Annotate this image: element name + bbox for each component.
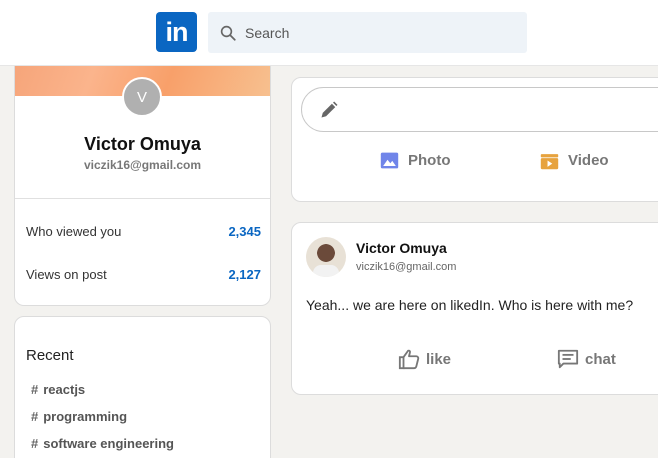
search-icon bbox=[220, 25, 236, 41]
chat-icon bbox=[557, 349, 579, 369]
post-text: Yeah... we are here on likedIn. Who is h… bbox=[306, 297, 634, 313]
stat-value: 2,127 bbox=[228, 267, 261, 282]
like-button[interactable]: like bbox=[398, 348, 451, 370]
post-author-email: viczik16@gmail.com bbox=[356, 261, 457, 273]
divider bbox=[15, 198, 270, 199]
thumbs-up-icon bbox=[398, 349, 420, 370]
recent-title: Recent bbox=[26, 347, 74, 364]
video-icon bbox=[540, 154, 559, 170]
stat-who-viewed[interactable]: Who viewed you 2,345 bbox=[26, 224, 261, 239]
pencil-icon bbox=[321, 101, 338, 117]
recent-item-label: software engineering bbox=[43, 436, 174, 451]
recent-card: Recent # reactjs # programming # software e… bbox=[14, 316, 271, 458]
like-label: like bbox=[426, 350, 452, 368]
stat-value: 2,345 bbox=[228, 224, 261, 239]
recent-item-programming[interactable]: # programming bbox=[31, 409, 127, 424]
profile-card: V Victor Omuya viczik16@gmail.com Who vi… bbox=[14, 66, 271, 306]
chat-label: chat bbox=[585, 350, 616, 368]
search-bar[interactable] bbox=[208, 12, 527, 53]
chat-button[interactable]: chat bbox=[557, 348, 616, 370]
linkedin-logo-icon[interactable]: in bbox=[156, 12, 197, 52]
post-author-name[interactable]: Victor Omuya bbox=[356, 240, 447, 256]
post-author-avatar[interactable] bbox=[306, 237, 346, 277]
search-input[interactable] bbox=[245, 24, 505, 41]
post-composer: Photo Video bbox=[291, 77, 658, 202]
photo-icon bbox=[380, 152, 399, 169]
stat-label: Who viewed you bbox=[26, 224, 122, 239]
profile-email: viczik16@gmail.com bbox=[83, 158, 202, 172]
recent-item-reactjs[interactable]: # reactjs bbox=[31, 382, 85, 397]
recent-item-software-engineering[interactable]: # software engineering bbox=[31, 436, 174, 451]
recent-item-label: reactjs bbox=[43, 382, 86, 397]
avatar[interactable]: V bbox=[122, 77, 162, 117]
hash-icon: # bbox=[31, 409, 39, 424]
top-nav: in bbox=[0, 0, 658, 66]
feed-post: Victor Omuya viczik16@gmail.com Yeah... … bbox=[291, 222, 658, 395]
recent-item-label: programming bbox=[43, 409, 128, 424]
video-button[interactable]: Video bbox=[540, 151, 609, 170]
start-post-input[interactable] bbox=[301, 87, 658, 132]
hash-icon: # bbox=[31, 382, 39, 397]
video-label: Video bbox=[568, 152, 609, 169]
hash-icon: # bbox=[31, 436, 39, 451]
profile-name: Victor Omuya bbox=[84, 134, 201, 154]
photo-label: Photo bbox=[408, 152, 451, 169]
stat-views-on-post[interactable]: Views on post 2,127 bbox=[26, 267, 261, 282]
photo-button[interactable]: Photo bbox=[380, 151, 451, 170]
stat-label: Views on post bbox=[26, 267, 107, 282]
